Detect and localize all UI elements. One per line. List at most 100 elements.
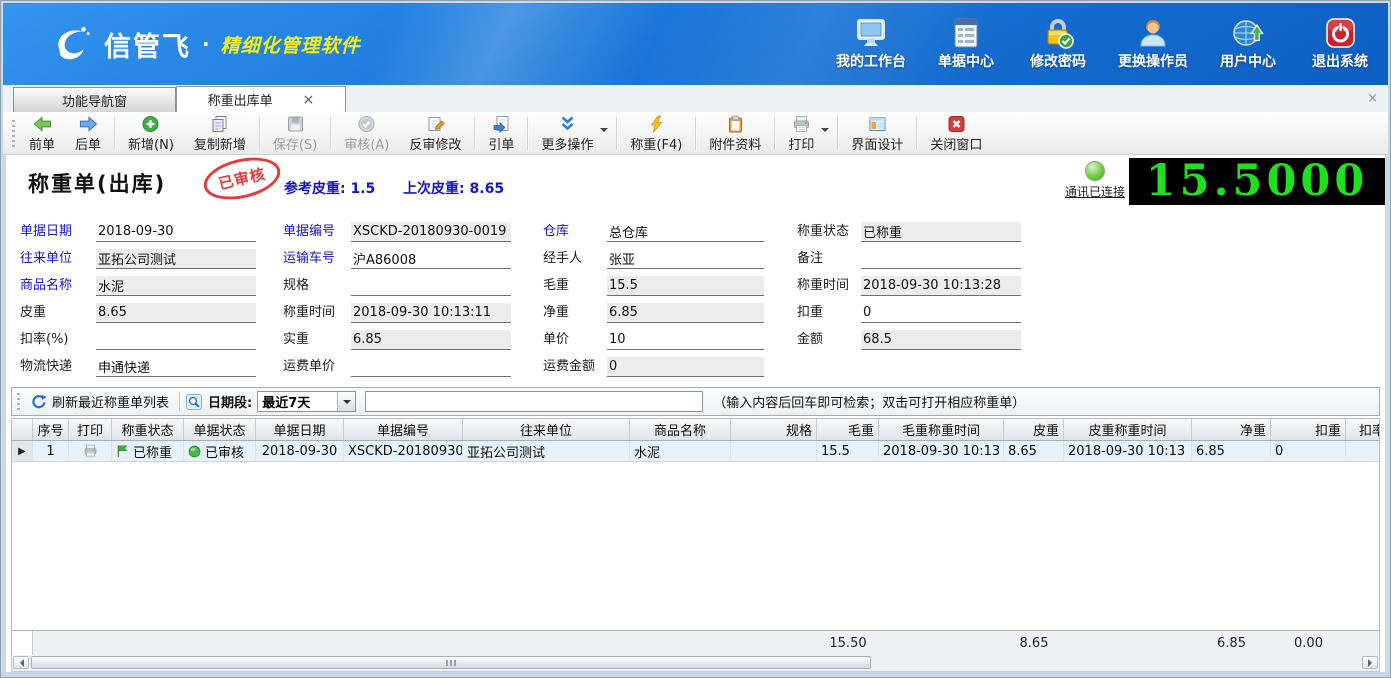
operator-icon bbox=[1136, 17, 1170, 49]
toolbar-pull-doc[interactable]: 引单 bbox=[478, 113, 524, 154]
label-product: 商品名称 bbox=[20, 274, 96, 296]
refresh-icon bbox=[31, 394, 47, 410]
col-header-spec[interactable]: 规格 bbox=[731, 419, 817, 440]
toolbar-label: 保存(S) bbox=[273, 134, 317, 153]
form-row: 经手人张亚 bbox=[543, 242, 764, 269]
topnav-my-workspace[interactable]: 我的工作台 bbox=[836, 17, 906, 71]
table-row[interactable]: ▶1已称重已审核2018-09-30XSCKD-20180930-0019亚拓公… bbox=[12, 441, 1379, 462]
col-header-marker bbox=[12, 419, 33, 440]
tabstrip-close-icon[interactable]: × bbox=[1367, 92, 1378, 105]
col-header-doc_no[interactable]: 单据编号 bbox=[344, 419, 463, 440]
toolbar-weigh[interactable]: 称重(F4) bbox=[620, 113, 692, 154]
col-header-seq[interactable]: 序号 bbox=[33, 419, 69, 440]
col-header-weigh_status[interactable]: 称重状态 bbox=[112, 419, 184, 440]
topnav-switch-operator[interactable]: 更换操作员 bbox=[1118, 17, 1188, 71]
close-red-icon bbox=[947, 115, 966, 133]
field-vehicle-no[interactable]: 沪A86008 bbox=[351, 249, 511, 269]
col-header-doc_date[interactable]: 单据日期 bbox=[256, 419, 344, 440]
toolbar-prev-doc[interactable]: 前单 bbox=[19, 113, 65, 154]
form-row: 单据日期2018-09-30 bbox=[20, 215, 256, 242]
cell-tare_time: 2018-09-30 10:13 bbox=[1064, 441, 1192, 461]
col-header-tare[interactable]: 皮重 bbox=[1004, 419, 1064, 440]
toolbar-unaudit-edit[interactable]: 反审修改 bbox=[399, 113, 471, 154]
topnav-doc-center[interactable]: 单据中心 bbox=[934, 17, 998, 71]
label-weigh-time-2: 称重时间 bbox=[797, 274, 861, 296]
cell-gross: 15.5 bbox=[817, 441, 879, 461]
field-freight-price[interactable] bbox=[351, 357, 511, 377]
toolbar-attachments[interactable]: 附件资料 bbox=[699, 113, 771, 154]
col-header-print[interactable]: 打印 bbox=[69, 419, 112, 440]
field-weigh-time-1: 2018-09-30 10:13:11 bbox=[351, 303, 511, 323]
label-amount: 金额 bbox=[797, 328, 861, 350]
col-header-gross_time[interactable]: 毛重称重时间 bbox=[879, 419, 1004, 440]
arrow-left-icon bbox=[33, 115, 52, 133]
tab-function-nav[interactable]: 功能导航窗 bbox=[13, 87, 176, 112]
print-icon[interactable] bbox=[83, 444, 98, 458]
document-header: 称重单(出库) 已审核 参考皮重: 1.5 上次皮重: 8.65 通讯已连接 1… bbox=[6, 155, 1385, 210]
topnav-change-password[interactable]: 修改密码 bbox=[1026, 17, 1090, 71]
col-header-tare_time[interactable]: 皮重称重时间 bbox=[1064, 419, 1192, 440]
field-handler[interactable]: 张亚 bbox=[607, 249, 764, 269]
toolbar-add-new[interactable]: 新增(N) bbox=[118, 113, 184, 154]
form-row: 扣重0 bbox=[797, 296, 1021, 323]
row-marker-icon: ▶ bbox=[12, 441, 33, 461]
dropdown-button[interactable] bbox=[337, 392, 355, 411]
connection-status: 通讯已连接 bbox=[1054, 183, 1136, 200]
col-header-deduct[interactable]: 扣重 bbox=[1271, 419, 1346, 440]
topnav-user-center[interactable]: 用户中心 bbox=[1216, 17, 1280, 71]
toolbar-more-actions[interactable]: 更多操作 bbox=[531, 113, 613, 154]
toolbar-separator bbox=[837, 117, 838, 150]
field-remark[interactable] bbox=[861, 249, 1021, 269]
tab-strip: 功能导航窗 称重出库单 × × bbox=[3, 85, 1388, 112]
summary-tare_time bbox=[1064, 631, 1192, 655]
tab-weigh-outbound[interactable]: 称重出库单 × bbox=[176, 86, 346, 112]
brand-name: 信管飞 bbox=[104, 25, 191, 64]
field-unit-price[interactable]: 10 bbox=[607, 330, 764, 350]
toolbar-ui-design[interactable]: 界面设计 bbox=[841, 113, 913, 154]
cell-deduct_rate bbox=[1346, 441, 1379, 461]
form-row: 称重状态已称重 bbox=[797, 215, 1021, 242]
toolbar-label: 后单 bbox=[75, 134, 101, 153]
col-header-deduct_rate[interactable]: 扣率 bbox=[1346, 419, 1379, 440]
weight-led-display: 15.5000 bbox=[1129, 158, 1385, 205]
toolbar-copy-new[interactable]: 复制新增 bbox=[184, 113, 256, 154]
scrollbar-thumb[interactable] bbox=[31, 656, 871, 669]
col-header-doc_status[interactable]: 单据状态 bbox=[184, 419, 256, 440]
summary-spec bbox=[731, 631, 817, 655]
field-warehouse[interactable]: 总仓库 bbox=[607, 222, 764, 242]
toolbar-label: 前单 bbox=[29, 134, 55, 153]
label-logistics: 物流快递 bbox=[20, 355, 96, 377]
topnav-exit-system[interactable]: 退出系统 bbox=[1308, 17, 1372, 71]
toolbar-next-doc[interactable]: 后单 bbox=[65, 113, 111, 154]
topnav-label: 修改密码 bbox=[1030, 51, 1086, 71]
summary-gross_time bbox=[879, 631, 1004, 655]
filterbar-separator bbox=[179, 392, 180, 411]
col-header-gross[interactable]: 毛重 bbox=[817, 419, 879, 440]
toolbar-print[interactable]: 打印 bbox=[778, 113, 834, 154]
field-logistics[interactable]: 申通快递 bbox=[96, 357, 256, 377]
form-row: 称重时间2018-09-30 10:13:11 bbox=[283, 296, 511, 323]
date-range-select[interactable]: 最近7天 bbox=[257, 391, 356, 412]
form-column-4: 称重状态已称重备注称重时间2018-09-30 10:13:28扣重0金额68.… bbox=[797, 215, 1021, 350]
status-dot-icon bbox=[188, 445, 201, 458]
scroll-left-button[interactable] bbox=[13, 656, 29, 669]
toolbar-close-window[interactable]: 关闭窗口 bbox=[920, 113, 992, 154]
connection-indicator[interactable]: 通讯已连接 bbox=[1054, 160, 1136, 200]
field-deduct-weight[interactable]: 0 bbox=[861, 303, 1021, 323]
field-deduct-rate[interactable] bbox=[96, 330, 256, 350]
search-input[interactable] bbox=[365, 391, 703, 412]
col-header-net[interactable]: 净重 bbox=[1192, 419, 1271, 440]
field-doc-date[interactable]: 2018-09-30 bbox=[96, 222, 256, 242]
field-spec[interactable] bbox=[351, 276, 511, 296]
col-header-partner[interactable]: 往来单位 bbox=[463, 419, 630, 440]
scroll-right-button[interactable] bbox=[1362, 656, 1378, 669]
col-header-product[interactable]: 商品名称 bbox=[630, 419, 731, 440]
refresh-recent-list-button[interactable]: 刷新最近称重单列表 bbox=[27, 390, 173, 413]
cell-product: 水泥 bbox=[630, 441, 731, 461]
summary-doc_status bbox=[184, 631, 256, 655]
label-spec: 规格 bbox=[283, 274, 351, 296]
tab-close-icon[interactable]: × bbox=[303, 93, 315, 107]
form-row: 运输车号沪A86008 bbox=[283, 242, 511, 269]
form-row: 毛重15.5 bbox=[543, 269, 764, 296]
horizontal-scrollbar[interactable] bbox=[11, 655, 1380, 672]
